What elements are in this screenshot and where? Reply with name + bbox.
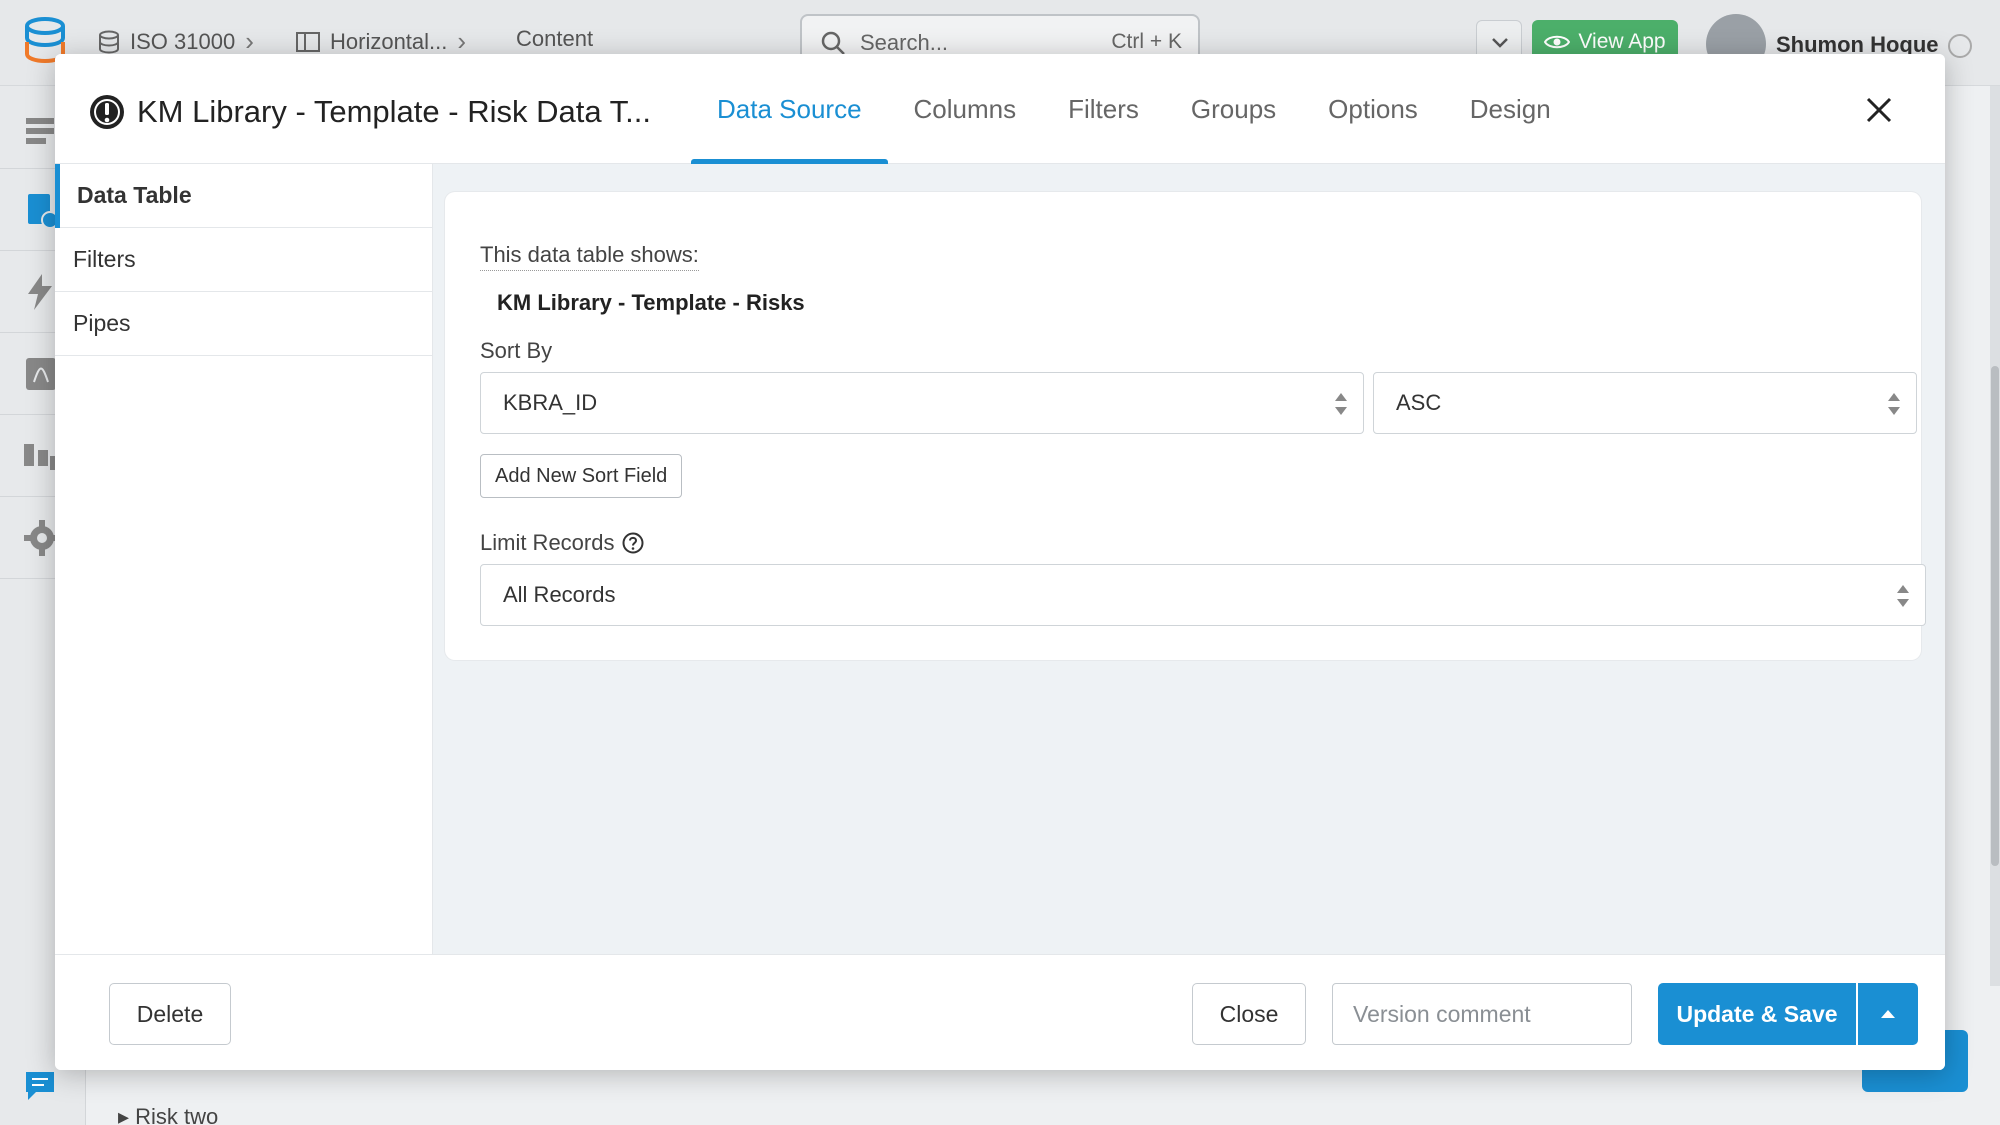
limit-records-value: All Records [503, 582, 616, 607]
breadcrumb-label: Content [516, 26, 594, 51]
sort-field-select[interactable]: KBRA_ID [480, 372, 1364, 434]
eye-icon [1544, 35, 1571, 49]
tab-filters[interactable]: Filters [1042, 54, 1165, 164]
shows-label: This data table shows: [480, 242, 699, 271]
select-arrows-icon [1335, 393, 1347, 415]
chevron-right-icon: › [457, 26, 467, 56]
version-comment-input[interactable] [1332, 983, 1632, 1045]
modal-sidebar: Data Table Filters Pipes [55, 164, 433, 954]
data-source-card: This data table shows: KM Library - Temp… [445, 192, 1926, 660]
sidebar-item-data-table[interactable]: Data Table [55, 164, 433, 228]
view-app-label: View App [1578, 30, 1666, 53]
sort-direction-value: ASC [1396, 390, 1442, 415]
add-sort-field-button[interactable]: Add New Sort Field [480, 454, 683, 498]
scrollbar-thumb[interactable] [1991, 366, 1999, 866]
more-options-icon[interactable] [1948, 34, 1972, 58]
breadcrumb-label: Horizontal... [330, 28, 448, 54]
modal-content: This data table shows: KM Library - Temp… [433, 164, 1945, 954]
save-options-button[interactable] [1858, 983, 1918, 1045]
tab-options[interactable]: Options [1302, 54, 1444, 164]
modal-footer: Delete Close Update & Save [55, 954, 1945, 1070]
report-settings-modal: KM Library - Template - Risk Data T... D… [55, 54, 1945, 1070]
database-icon [99, 30, 119, 54]
breadcrumb-item[interactable]: ISO 31000 › [98, 26, 254, 57]
sidebar-item-pipes[interactable]: Pipes [55, 292, 433, 356]
limit-records-text: Limit Records [480, 530, 615, 555]
tab-data-source[interactable]: Data Source [691, 54, 888, 164]
sidebar-item-filters[interactable]: Filters [55, 228, 433, 292]
limit-records-label: Limit Records [480, 530, 644, 556]
breadcrumb-label: ISO 31000 [130, 28, 236, 54]
search-placeholder: Search... [860, 30, 949, 55]
sort-by-label: Sort By [480, 338, 553, 363]
delete-button[interactable]: Delete [109, 983, 231, 1045]
modal-header: KM Library - Template - Risk Data T... D… [55, 54, 1945, 164]
warning-icon [90, 95, 124, 129]
modal-tabs: Data Source Columns Filters Groups Optio… [691, 54, 1577, 164]
tree-item-label: Risk two [135, 1104, 219, 1125]
tab-columns[interactable]: Columns [888, 54, 1043, 164]
page-scrollbar[interactable] [1990, 86, 2000, 986]
help-icon[interactable] [622, 532, 644, 554]
modal-title: KM Library - Template - Risk Data T... [87, 92, 651, 132]
breadcrumb-item[interactable]: Horizontal... › [296, 26, 466, 57]
chevron-right-icon: › [245, 26, 254, 56]
select-arrows-icon [1888, 393, 1900, 415]
sort-direction-select[interactable]: ASC [1373, 372, 1917, 434]
tree-item[interactable]: ▸ Risk two [118, 1104, 218, 1125]
chat-icon[interactable] [22, 1066, 62, 1106]
close-button[interactable]: Close [1192, 983, 1306, 1045]
tab-groups[interactable]: Groups [1165, 54, 1302, 164]
limit-records-select[interactable]: All Records [480, 564, 1926, 626]
search-shortcut: Ctrl + K [1111, 30, 1182, 53]
breadcrumb-item[interactable]: Content [516, 26, 593, 52]
close-icon[interactable] [1863, 94, 1895, 126]
modal-title-text: KM Library - Template - Risk Data T... [137, 94, 651, 129]
select-arrows-icon [1897, 585, 1909, 607]
source-table-name: KM Library - Template - Risks [497, 290, 805, 315]
search-icon [821, 31, 845, 55]
update-save-button[interactable]: Update & Save [1658, 983, 1856, 1045]
tab-design[interactable]: Design [1444, 54, 1577, 164]
caret-up-icon [1881, 1010, 1895, 1018]
sort-field-value: KBRA_ID [503, 390, 598, 415]
layout-icon [296, 31, 320, 52]
